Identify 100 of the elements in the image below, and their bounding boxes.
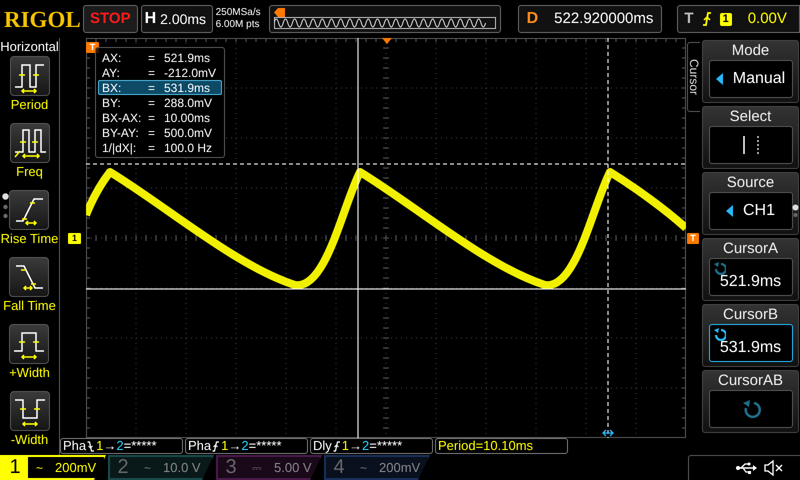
equals-sign: =	[148, 124, 156, 142]
trigger-label: T	[684, 8, 694, 29]
delay-box[interactable]: D 522.920000ms	[518, 5, 662, 33]
page-dots-icon	[792, 204, 799, 218]
menu-card-title: Source	[726, 173, 774, 192]
coupling-symbol: ~	[360, 460, 368, 476]
measure-label: Rise Time	[0, 231, 58, 247]
measure-button[interactable]	[9, 190, 50, 230]
readout-value: -212.0mV	[164, 64, 216, 82]
readout-value: 100.0 Hz	[164, 140, 212, 156]
menu-value: 521.9ms	[720, 272, 782, 292]
sample-rate: 250MSa/s	[216, 7, 262, 19]
measure-label: Fall Time	[3, 298, 56, 314]
menu-value-box[interactable]: 531.9ms	[708, 324, 792, 362]
menu-card-title: Mode	[732, 41, 770, 60]
delay-value: 522.920000ms	[554, 8, 654, 29]
channel-scale: 200mV	[55, 458, 96, 477]
run-stop-button[interactable]: STOP	[83, 5, 138, 33]
readout-value: 288.0mV	[164, 94, 212, 112]
measure-button[interactable]	[10, 123, 50, 163]
menu-value: 531.9ms	[720, 338, 782, 358]
readout-value: 10.00ms	[164, 110, 210, 126]
readout-value: 531.9ms	[164, 80, 210, 96]
readout-value: 521.9ms	[164, 50, 210, 66]
trigger-position-icon	[382, 38, 392, 44]
readout-label: BY:	[102, 94, 122, 112]
readout-row[interactable]: AY: = -212.0mV	[98, 65, 222, 80]
readout-row[interactable]: BX-AX: = 10.00ms	[98, 110, 222, 125]
readout-row[interactable]: AX: = 521.9ms	[98, 50, 222, 65]
measurement-value: Period=10.10ms	[438, 439, 534, 453]
equals-sign: =	[148, 50, 156, 66]
menu-value-box[interactable]: 521.9ms	[708, 258, 792, 296]
trigger-level-marker: T	[687, 233, 699, 244]
channel-tab[interactable]: 1 ~ 200mV	[0, 455, 106, 480]
memory-depth: 6.00M pts	[216, 19, 260, 31]
measure-button[interactable]	[10, 391, 50, 431]
channel-scale: 200mV	[379, 458, 420, 477]
measure-label: Freq	[16, 164, 43, 180]
measure-button[interactable]	[10, 56, 50, 96]
readout-value: 500.0mV	[164, 124, 212, 142]
menu-value: CH1	[742, 201, 775, 221]
rising-edge-icon	[702, 12, 712, 26]
page-dots-icon	[2, 193, 9, 220]
readout-row[interactable]: BY: = 288.0mV	[98, 95, 222, 110]
usb-icon	[736, 462, 758, 474]
rotate-knob-icon	[712, 261, 726, 275]
measurement-value: 1→2=*****	[342, 439, 402, 453]
readout-label: 1/|dX|:	[102, 140, 138, 156]
menu-value-box[interactable]	[708, 390, 792, 428]
readout-row[interactable]: BY-AY: = 500.0mV	[98, 125, 222, 140]
measure-label: -Width	[10, 432, 48, 448]
channel-tab[interactable]: 2 ~ 10.0 V	[108, 455, 214, 480]
measurement-label: Pha	[63, 439, 86, 453]
menu-card-title: CursorB	[722, 305, 778, 324]
channel-scale: 10.0 V	[163, 458, 201, 477]
equals-sign: =	[148, 110, 156, 126]
left-triangle-icon	[716, 73, 723, 85]
menu-card-title: CursorAB	[718, 371, 784, 390]
measurement-value: 1→2=*****	[221, 439, 282, 453]
timebase-box[interactable]: H 2.00ms	[140, 5, 213, 33]
channel-scale: 5.00 V	[274, 458, 312, 477]
delay-label: D	[526, 9, 538, 29]
readout-label: AY:	[102, 64, 121, 82]
menu-value-box[interactable]	[708, 126, 792, 164]
coupling-symbol: ~	[36, 460, 44, 476]
measurement-label: Dly	[313, 439, 332, 453]
channel-marker: 1	[68, 233, 81, 244]
coupling-symbol: ⎓	[252, 460, 262, 476]
equals-sign: =	[148, 64, 156, 82]
measure-button[interactable]	[9, 324, 50, 364]
menu-value: Manual	[732, 69, 786, 89]
equals-sign: =	[148, 140, 156, 156]
measure-label: +Width	[9, 365, 50, 381]
coupling-symbol: ~	[144, 460, 152, 476]
channel-number: 1	[2, 457, 28, 478]
readout-row[interactable]: 1/|dX|: = 100.0 Hz	[98, 140, 222, 155]
equals-sign: =	[148, 94, 156, 112]
measure-button[interactable]	[9, 257, 50, 297]
readout-label: BX-AX:	[102, 110, 142, 126]
readout-label: BX:	[102, 80, 122, 96]
channel-tab[interactable]: 4 ~ 200mV	[324, 455, 430, 480]
menu-value-box[interactable]: Manual	[708, 60, 792, 98]
trigger-position-icon	[274, 8, 285, 17]
readout-label: BY-AY:	[102, 124, 140, 142]
speaker-muted-icon	[764, 460, 784, 476]
readout-label: AX:	[102, 50, 122, 66]
channel-tab[interactable]: 3 ⎓ 5.00 V	[216, 455, 322, 480]
measurement-value: 1→2=*****	[96, 439, 156, 453]
trigger-box[interactable]: T 1 0.00V	[677, 5, 800, 33]
double-arrow-icon	[602, 429, 614, 437]
menu-card-title: CursorA	[722, 239, 778, 258]
brand-logo: RIGOL	[4, 8, 80, 30]
rotate-knob-icon	[712, 327, 726, 341]
menu-card-title: Select	[730, 107, 772, 126]
channel-number: 2	[116, 457, 130, 478]
readout-row[interactable]: BX: = 531.9ms	[98, 80, 222, 95]
measure-label: Period	[10, 97, 48, 113]
trigger-level: 0.00V	[748, 8, 787, 29]
menu-value-box[interactable]: CH1	[708, 192, 792, 230]
cursor-side-tab[interactable]: Cursor	[687, 42, 700, 112]
